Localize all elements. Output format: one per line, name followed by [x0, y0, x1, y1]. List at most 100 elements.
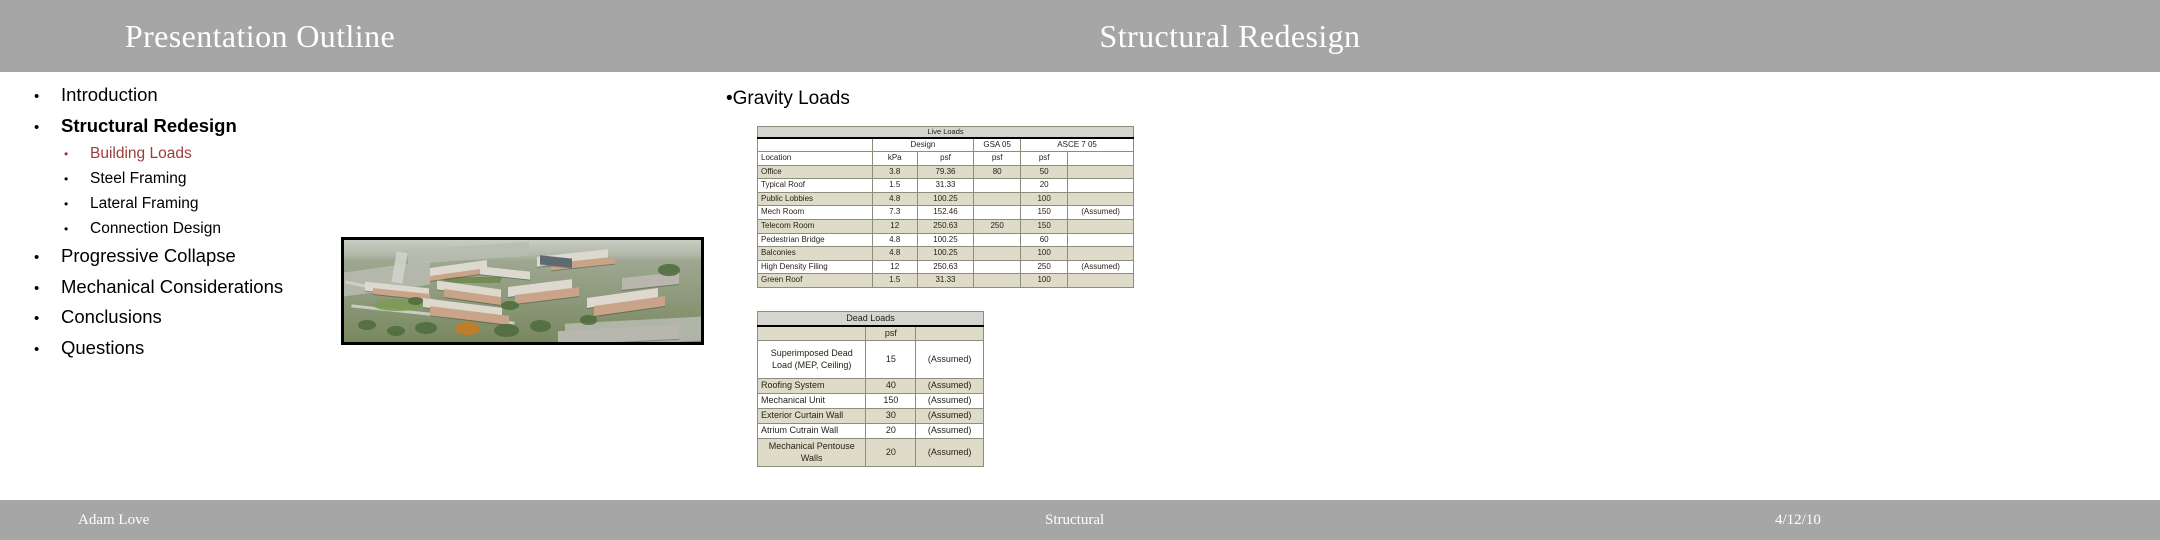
- table-row: Dead Loads: [757, 311, 984, 327]
- outline-item-label: Introduction: [61, 84, 158, 105]
- cell-design-kpa: 1.5: [871, 273, 918, 288]
- cell-dead-load-note: (Assumed): [915, 423, 984, 439]
- table-row: Mechanical Unit 150 (Assumed): [756, 393, 984, 409]
- cell-dead-load-item: Superimposed Dead Load (MEP, Ceiling): [756, 340, 867, 379]
- cell-gsa-psf: [973, 191, 1022, 207]
- bullet-icon: •: [34, 310, 40, 327]
- cell-asce-psf: 100: [1020, 273, 1069, 288]
- cell-gsa-psf: [973, 232, 1022, 248]
- cell-dead-load-psf: 30: [865, 408, 917, 424]
- outline-item: • Steel Framing: [34, 170, 454, 195]
- table-row: Telecom Room 12 250.63 250 150: [757, 218, 1134, 234]
- cell-dead-load-psf: 20: [865, 438, 917, 467]
- gravity-loads-heading: •Gravity Loads: [726, 88, 850, 109]
- bullet-icon: •: [64, 147, 69, 161]
- bullet-icon: •: [64, 172, 69, 186]
- group-header-asce: ASCE 7 05: [1020, 137, 1134, 152]
- table-row: Mech Room 7.3 152.46 150 (Assumed): [757, 205, 1134, 220]
- cell-dead-load-psf: 150: [865, 393, 917, 409]
- footer-author: Adam Love: [78, 512, 150, 528]
- cell-design-kpa: 7.3: [871, 205, 918, 220]
- cell-design-psf: 250.63: [916, 218, 975, 234]
- cell-design-psf: 152.46: [916, 205, 975, 220]
- cell-asce-psf: 250: [1020, 259, 1069, 275]
- table-row: Roofing System 40 (Assumed): [756, 378, 984, 394]
- outline-item-label: Structural Redesign: [61, 114, 237, 136]
- bullet-icon: •: [34, 118, 40, 136]
- outline-item-label: Mechanical Considerations: [61, 275, 284, 297]
- cell-note: [1067, 232, 1134, 248]
- unit-cell: psf: [1020, 151, 1069, 166]
- outline-item-label: Building Loads: [90, 145, 192, 162]
- cell-gsa-psf: [973, 178, 1022, 193]
- outline-item-label: Progressive Collapse: [61, 245, 236, 266]
- cell-gsa-psf: [973, 273, 1022, 288]
- bullet-icon: •: [64, 197, 69, 211]
- cell-dead-load-item: Atrium Cutrain Wall: [756, 423, 867, 439]
- table-unit-row: Location kPa psf psf psf: [757, 151, 1134, 166]
- cell-note: (Assumed): [1067, 259, 1134, 275]
- live-loads-body: Live Loads Design GSA 05 ASCE 7 05 Location k…: [757, 126, 1134, 288]
- live-loads-title: Live Loads: [757, 126, 1134, 139]
- outline-item: • Introduction: [34, 84, 454, 115]
- cell-asce-psf: 20: [1020, 178, 1069, 193]
- cell-location: High Density Filing: [757, 259, 873, 275]
- table-header-row: Design GSA 05 ASCE 7 05: [757, 137, 1134, 152]
- dead-loads-body: Dead Loads psf Superimposed Dead Load (MEP…: [756, 311, 984, 467]
- cell-asce-psf: 100: [1020, 191, 1069, 207]
- outline-item-label: Questions: [61, 336, 145, 358]
- cell-dead-load-psf: 20: [865, 423, 917, 439]
- cell-note: [1067, 164, 1134, 180]
- image-tree: [658, 264, 680, 276]
- cell-gsa-psf: 250: [973, 218, 1022, 234]
- cell-design-kpa: 12: [871, 259, 918, 275]
- cell-design-psf: 79.36: [916, 164, 975, 180]
- table-row: Live Loads: [757, 126, 1134, 139]
- cell-note: (Assumed): [1067, 205, 1134, 220]
- table-row: Pedestrian Bridge 4.8 100.25 60: [757, 232, 1134, 248]
- unit-cell: [915, 325, 984, 341]
- cell-gsa-psf: [973, 259, 1022, 275]
- cell-location: Pedestrian Bridge: [757, 232, 873, 248]
- dead-loads-table: Dead Loads psf Superimposed Dead Load (MEP…: [756, 311, 984, 467]
- image-tree: [529, 319, 552, 332]
- image-tree: [493, 323, 519, 337]
- cell-location: Typical Roof: [757, 178, 873, 193]
- table-row: Superimposed Dead Load (MEP, Ceiling) 15(…: [756, 340, 984, 379]
- unit-cell: psf: [973, 151, 1022, 166]
- cell-gsa-psf: 80: [973, 164, 1022, 180]
- image-tree: [408, 297, 423, 306]
- cell-dead-load-item: Exterior Curtain Wall: [756, 408, 867, 424]
- unit-cell: [1067, 151, 1134, 166]
- footer-section: Structural: [1045, 512, 1105, 528]
- cell-dead-load-note: (Assumed): [915, 378, 984, 394]
- group-header-gsa: GSA 05: [973, 137, 1022, 152]
- table-row: Atrium Cutrain Wall 20 (Assumed): [756, 423, 984, 439]
- cell-gsa-psf: [973, 246, 1022, 261]
- cell-design-psf: 100.25: [916, 232, 975, 248]
- image-tree: [358, 319, 377, 330]
- cell-location: Green Roof: [757, 273, 873, 288]
- bullet-icon: •: [34, 279, 40, 297]
- cell-asce-psf: 50: [1020, 164, 1069, 180]
- unit-cell: [756, 325, 867, 341]
- group-header-design: Design: [871, 137, 975, 152]
- cell-location: Balconies: [757, 246, 873, 261]
- cell-dead-load-note: (Assumed): [915, 340, 984, 379]
- bullet-icon: •: [34, 340, 40, 358]
- footer-date: 4/12/10: [1775, 512, 1821, 528]
- image-tree: [415, 321, 437, 334]
- outline-item-label: Steel Framing: [90, 170, 187, 187]
- cell-asce-psf: 150: [1020, 205, 1069, 220]
- cell-design-kpa: 3.8: [871, 164, 918, 180]
- cell-location: Mech Room: [757, 205, 873, 220]
- campus-image-canvas: [344, 240, 701, 342]
- unit-cell: Location: [757, 151, 873, 166]
- cell-design-kpa: 12: [871, 218, 918, 234]
- outline-item-label: Conclusions: [61, 306, 162, 327]
- cell-location: Public Lobbies: [757, 191, 873, 207]
- page-title-left: Presentation Outline: [124, 18, 396, 54]
- table-row: Public Lobbies 4.8 100.25 100: [757, 191, 1134, 207]
- cell-dead-load-note: (Assumed): [915, 393, 984, 409]
- cell-asce-psf: 60: [1020, 232, 1069, 248]
